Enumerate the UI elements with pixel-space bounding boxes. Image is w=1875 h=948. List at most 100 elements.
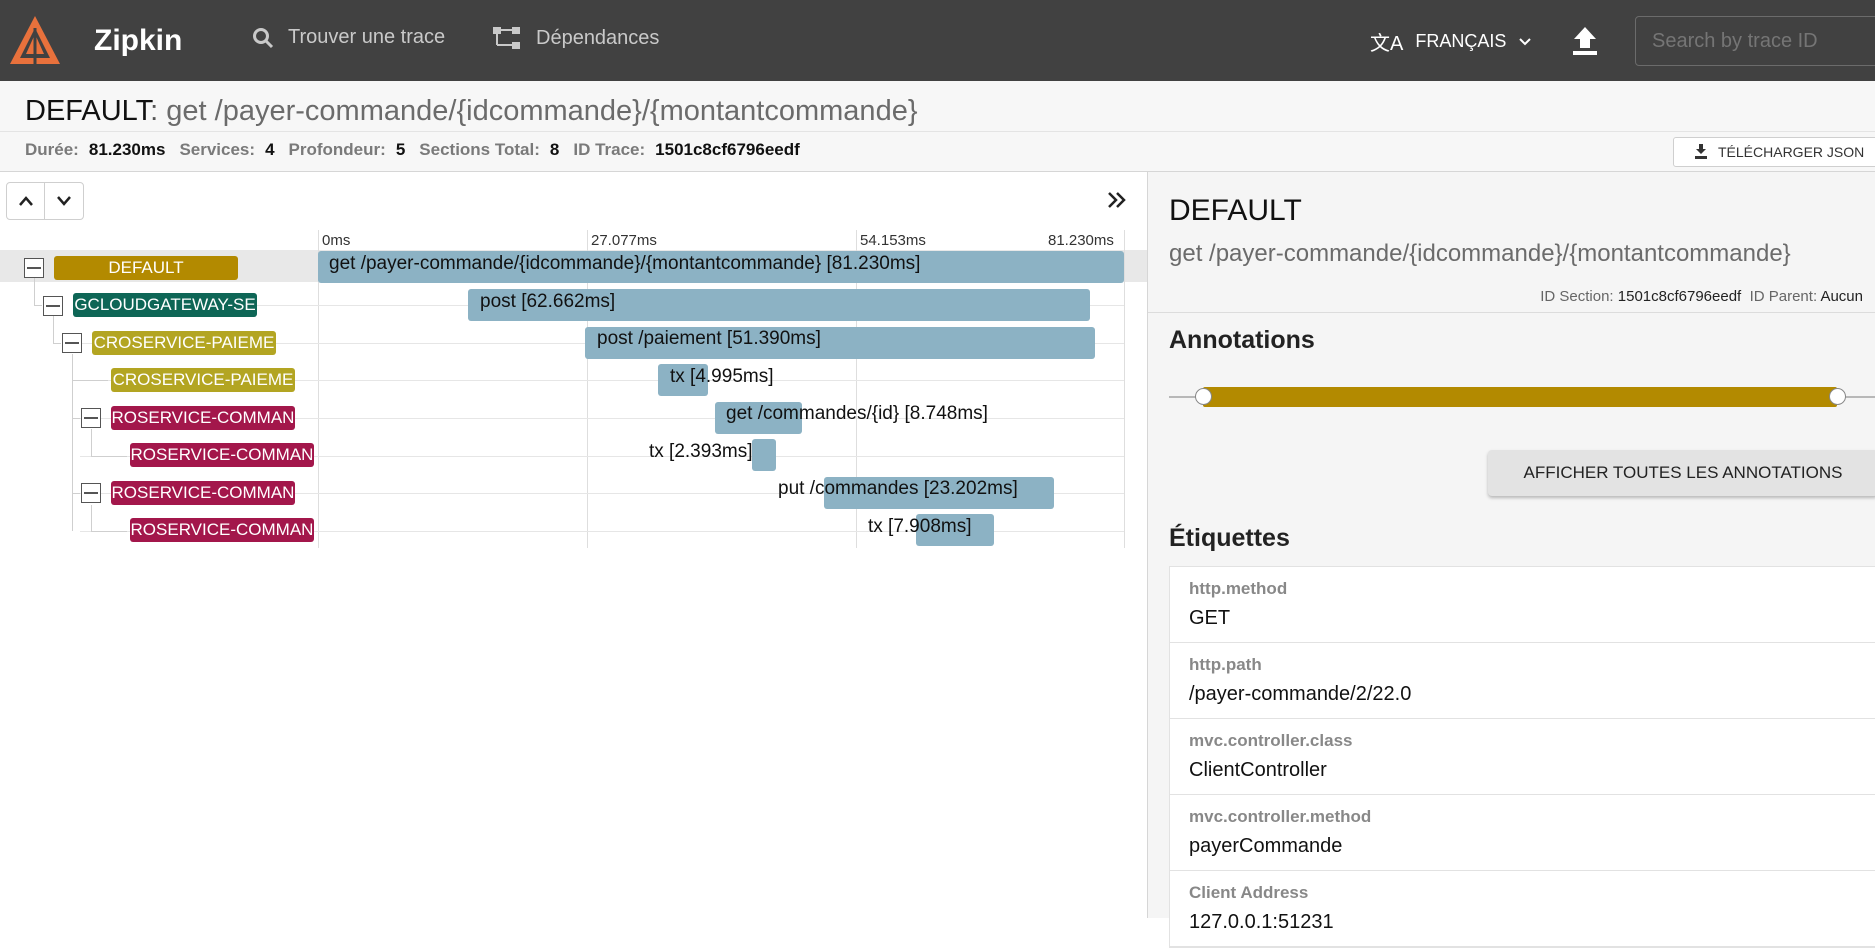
tag-item: http.path /payer-commande/2/22.0 [1170,643,1875,719]
tick-label: 27.077ms [591,232,657,249]
collapse-toggle[interactable] [81,483,101,503]
download-json-button[interactable]: TÉLÉCHARGER JSON [1673,137,1875,167]
tree-connector [91,505,92,531]
tag-value: payerCommande [1189,835,1343,857]
tree-connector [53,343,61,344]
service-badge[interactable]: ROSERVICE-COMMAN [111,406,295,430]
tags-list: http.method GET http.path /payer-command… [1169,566,1875,948]
trace-title-separator: : [150,95,167,127]
download-icon [1695,144,1707,159]
detail-divider [1148,312,1875,313]
collapse-toggle[interactable] [43,296,63,316]
annotations-title: Annotations [1169,326,1315,354]
double-chevron-right-icon[interactable] [1105,188,1129,212]
annotation-start-marker[interactable] [1195,388,1212,405]
nav-dependencies[interactable]: Dépendances [492,26,659,50]
tree-connector [53,316,54,343]
collapse-all-button[interactable] [7,183,46,219]
tree-connector [72,380,108,381]
trace-title: DEFAULT: get /payer-commande/{idcommande… [25,95,918,128]
annotation-end-marker[interactable] [1829,388,1846,405]
tags-title: Étiquettes [1169,524,1290,552]
translate-icon: 文A [1370,33,1404,55]
tag-value: 127.0.0.1:51231 [1189,911,1334,933]
trace-id-value: 1501c8cf6796eedf [655,140,800,159]
upload-icon[interactable] [1570,24,1600,58]
trace-root-span-name: get /payer-commande/{idcommande}/{montan… [166,95,918,127]
tree-connector [72,418,80,419]
span-label: post [62.662ms] [480,291,616,312]
tick-label: 0ms [322,232,351,249]
trace-root-service: DEFAULT [25,95,151,127]
span-label: tx [2.393ms] [649,441,753,462]
parent-id-key: ID Parent: [1749,288,1818,305]
service-badge[interactable]: CROSERVICE-PAIEME [111,368,295,392]
tree-connector [91,456,127,457]
nav-find-trace[interactable]: Trouver une trace [252,26,445,49]
services-key: Services: [179,140,256,159]
tree-connector [91,531,127,532]
chevron-down-icon [57,196,71,206]
detail-service-name: DEFAULT [1169,194,1302,227]
service-badge[interactable]: CROSERVICE-PAIEME [92,331,276,355]
tag-item: mvc.controller.class ClientController [1170,719,1875,795]
tag-value: /payer-commande/2/22.0 [1189,683,1412,705]
depth-value: 5 [395,140,406,159]
tag-item: mvc.controller.method payerCommande [1170,795,1875,871]
service-badge[interactable]: DEFAULT [54,256,238,280]
nav-find-trace-label: Trouver une trace [288,26,446,48]
service-badge[interactable]: ROSERVICE-COMMAN [130,443,314,467]
trace-header: DEFAULT: get /payer-commande/{idcommande… [0,81,1875,172]
download-json-label: TÉLÉCHARGER JSON [1718,144,1865,160]
tag-value: GET [1189,607,1231,629]
language-selector[interactable]: 文A FRANÇAIS [1370,27,1532,56]
show-all-annotations-button[interactable]: AFFICHER TOUTES LES ANNOTATIONS [1488,450,1875,496]
depth-key: Profondeur: [288,140,386,159]
duration-value: 81.230ms [88,140,166,159]
tag-key: mvc.controller.method [1189,807,1372,826]
tree-connector [91,429,92,456]
total-spans-key: Sections Total: [419,140,540,159]
span-bar[interactable] [752,439,776,471]
tick-label: 81.230ms [1048,232,1114,249]
collapse-expand-controls [6,182,84,220]
trace-id-search-input[interactable] [1635,16,1875,66]
header-divider [0,131,1875,132]
tag-key: Client Address [1189,883,1309,902]
total-spans-value: 8 [549,140,560,159]
tick-label: 54.153ms [860,232,926,249]
tree-connector [34,278,35,305]
service-badge[interactable]: ROSERVICE-COMMAN [111,481,295,505]
collapse-toggle[interactable] [81,408,101,428]
dependencies-icon [493,27,520,49]
nav-dependencies-label: Dépendances [536,26,660,49]
tag-key: http.method [1189,579,1288,598]
detail-span-name: get /payer-commande/{idcommande}/{montan… [1169,240,1791,267]
tag-key: http.path [1189,655,1262,674]
chevron-up-icon [18,196,33,206]
annotation-span-range [1203,387,1837,407]
parent-id-value: Aucun [1820,288,1863,305]
service-badge[interactable]: ROSERVICE-COMMAN [130,518,314,542]
chevron-down-icon [1519,37,1532,45]
tree-connector [34,305,42,306]
brand-title[interactable]: Zipkin [94,24,182,58]
detail-ids: ID Section: 1501c8cf6796eedf ID Parent: … [1540,288,1863,305]
trace-id-key: ID Trace: [573,140,646,159]
span-label: get /payer-commande/{idcommande}/{montan… [329,253,921,274]
tag-key: mvc.controller.class [1189,731,1353,750]
span-label: tx [4.995ms] [670,366,774,387]
tag-value: ClientController [1189,759,1327,781]
section-id-key: ID Section: [1540,288,1614,305]
expand-all-button[interactable] [45,183,83,219]
tag-item: http.method GET [1170,567,1875,643]
grid-line [1124,230,1125,548]
duration-key: Durée: [25,140,79,159]
search-icon [253,27,274,48]
service-badge[interactable]: GCLOUDGATEWAY-SE [73,293,257,317]
span-detail-panel: DEFAULT get /payer-commande/{idcommande}… [1147,172,1875,948]
collapse-toggle[interactable] [24,258,44,278]
zipkin-logo[interactable] [8,14,62,68]
span-label: put /commandes [23.202ms] [778,478,1018,499]
collapse-toggle[interactable] [62,333,82,353]
